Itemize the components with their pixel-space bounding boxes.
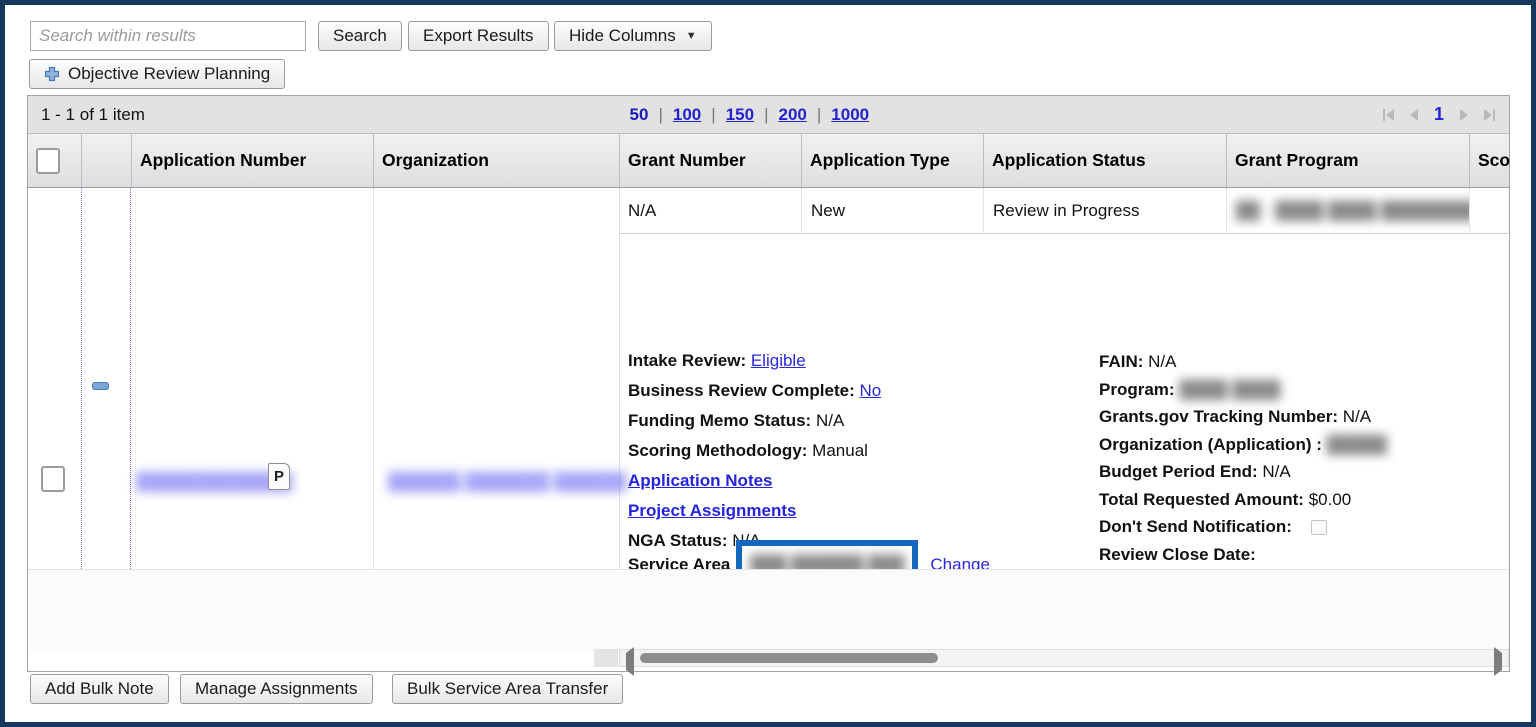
row-expand-cell	[81, 188, 131, 569]
hide-columns-label: Hide Columns	[569, 26, 676, 46]
header-expand-cell	[81, 134, 131, 187]
search-button-label: Search	[333, 26, 387, 46]
scroll-right-icon[interactable]	[1494, 653, 1502, 671]
page-size-200[interactable]: 200	[778, 105, 806, 125]
score-cell	[1469, 188, 1511, 233]
grant-number-cell: N/A	[619, 188, 801, 233]
grid-info-bar: 1 - 1 of 1 item 50 | 100 | 150 | 200 | 1…	[28, 96, 1509, 134]
bulk-service-area-transfer-button[interactable]: Bulk Service Area Transfer	[392, 674, 623, 704]
grant-program-cell: ██ - ████ ████ ████████	[1226, 188, 1469, 233]
current-page-number: 1	[1434, 104, 1444, 125]
business-review-value-link[interactable]: No	[859, 381, 881, 400]
budget-period-end-value: N/A	[1262, 462, 1290, 481]
scrollbar-thumb[interactable]	[640, 653, 938, 663]
page-size-links: 50 | 100 | 150 | 200 | 1000	[630, 105, 870, 125]
objective-review-planning-label: Objective Review Planning	[68, 64, 270, 84]
scoring-methodology-value: Manual	[812, 441, 868, 460]
intake-review-label: Intake Review:	[628, 351, 746, 370]
scoring-methodology-label: Scoring Methodology:	[628, 441, 807, 460]
total-requested-amount-label: Total Requested Amount:	[1099, 490, 1304, 509]
organization-application-value-redacted: █████	[1327, 435, 1387, 454]
header-select-all-cell	[28, 134, 81, 187]
pager: 1	[1383, 104, 1495, 125]
program-value-redacted: ████ ████	[1179, 380, 1280, 399]
grants-gov-tracking-label: Grants.gov Tracking Number:	[1099, 407, 1338, 426]
application-document-icon[interactable]: P	[268, 463, 290, 490]
add-bulk-note-label: Add Bulk Note	[45, 679, 154, 699]
funding-memo-value: N/A	[816, 411, 844, 430]
page-size-100[interactable]: 100	[673, 105, 701, 125]
header-grant-program: Grant Program	[1226, 134, 1469, 187]
header-application-number: Application Number	[131, 134, 373, 187]
funding-memo-label: Funding Memo Status:	[628, 411, 811, 430]
next-page-icon[interactable]	[1460, 109, 1468, 121]
application-status-cell: Review in Progress	[983, 188, 1226, 233]
hide-columns-button[interactable]: Hide Columns ▼	[554, 21, 712, 51]
export-results-label: Export Results	[423, 26, 534, 46]
export-results-button[interactable]: Export Results	[408, 21, 549, 51]
row-checkbox[interactable]	[41, 466, 65, 492]
horizontal-scrollbar[interactable]	[619, 649, 1509, 667]
results-grid: 1 - 1 of 1 item 50 | 100 | 150 | 200 | 1…	[27, 95, 1510, 672]
page-size-1000[interactable]: 1000	[831, 105, 869, 125]
grants-review-page: Search Export Results Hide Columns ▼ Obj…	[0, 0, 1536, 727]
previous-page-icon[interactable]	[1410, 109, 1418, 121]
grants-gov-tracking-value: N/A	[1343, 407, 1371, 426]
search-button[interactable]: Search	[318, 21, 402, 51]
total-requested-amount-value: $0.00	[1309, 490, 1352, 509]
bulk-service-area-transfer-label: Bulk Service Area Transfer	[407, 679, 608, 699]
table-row: █████████████ P ██████ ███████ ██████ N/…	[28, 188, 1509, 569]
application-notes-link[interactable]: Application Notes	[628, 471, 773, 490]
page-size-150[interactable]: 150	[726, 105, 754, 125]
dont-send-notification-checkbox[interactable]	[1311, 520, 1327, 535]
header-grant-number: Grant Number	[619, 134, 801, 187]
fain-label: FAIN:	[1099, 352, 1143, 371]
collapse-row-icon[interactable]	[92, 382, 109, 390]
first-page-icon[interactable]	[1383, 109, 1394, 121]
header-application-type: Application Type	[801, 134, 983, 187]
add-bulk-note-button[interactable]: Add Bulk Note	[30, 674, 169, 704]
application-type-cell: New	[801, 188, 983, 233]
manage-assignments-button[interactable]: Manage Assignments	[180, 674, 373, 704]
program-label: Program:	[1099, 380, 1175, 399]
page-size-50[interactable]: 50	[630, 105, 649, 125]
organization-link-redacted[interactable]: ██████ ███████ ██████	[388, 472, 626, 492]
header-organization: Organization	[373, 134, 619, 187]
header-score: Sco	[1469, 134, 1511, 187]
search-input[interactable]	[30, 21, 306, 51]
grid-header-row: Application Number Organization Grant Nu…	[28, 134, 1509, 188]
manage-assignments-label: Manage Assignments	[195, 679, 358, 699]
project-assignments-link[interactable]: Project Assignments	[628, 501, 796, 520]
result-count: 1 - 1 of 1 item	[41, 105, 145, 125]
row-scrollable-cells: N/A New Review in Progress ██ - ████ ███…	[619, 188, 1511, 234]
last-page-icon[interactable]	[1484, 109, 1495, 121]
grid-empty-area	[28, 569, 1509, 651]
dont-send-notification-label: Don't Send Notification:	[1099, 517, 1292, 536]
objective-review-planning-button[interactable]: Objective Review Planning	[29, 59, 285, 89]
grant-program-value-redacted: ██ - ████ ████ ████████	[1236, 201, 1469, 221]
select-all-checkbox[interactable]	[36, 148, 60, 174]
fain-value: N/A	[1148, 352, 1176, 371]
row-detail-right-pane: FAIN: N/A Program: ████ ████ Grants.gov …	[1099, 348, 1387, 568]
header-application-status: Application Status	[983, 134, 1226, 187]
scrollbar-corner-filler	[594, 649, 618, 667]
row-detail-left-pane: Intake Review: Eligible Business Review …	[628, 346, 881, 556]
business-review-label: Business Review Complete:	[628, 381, 855, 400]
scroll-left-icon[interactable]	[626, 653, 634, 671]
budget-period-end-label: Budget Period End:	[1099, 462, 1258, 481]
plus-icon	[44, 66, 60, 82]
chevron-down-icon: ▼	[686, 30, 697, 42]
organization-application-label: Organization (Application) :	[1099, 435, 1322, 454]
review-close-date-label: Review Close Date:	[1099, 545, 1256, 564]
intake-review-value-link[interactable]: Eligible	[751, 351, 806, 370]
